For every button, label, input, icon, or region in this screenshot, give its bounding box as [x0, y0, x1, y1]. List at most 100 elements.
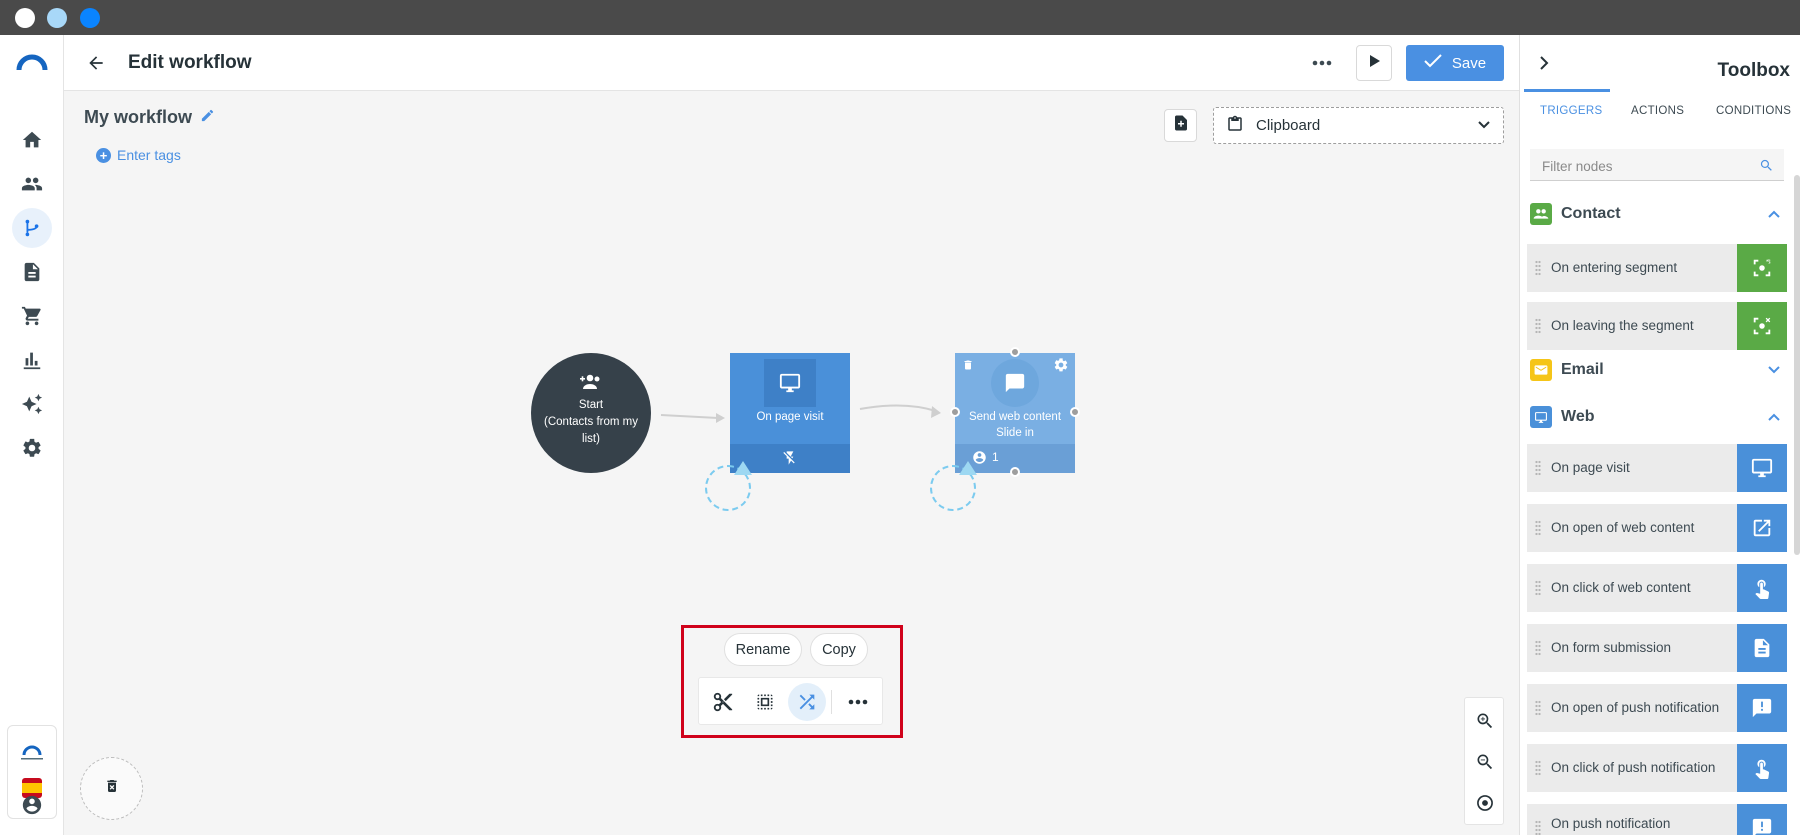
collapse-toolbox-icon[interactable]	[1534, 53, 1554, 73]
more-icon[interactable]	[839, 683, 877, 721]
node-handle-left[interactable]	[950, 407, 960, 417]
nav-analytics-icon[interactable]	[12, 340, 52, 380]
nav-document-icon[interactable]	[12, 252, 52, 292]
recenter-icon[interactable]	[1472, 790, 1498, 816]
category-label: Web	[1561, 408, 1595, 425]
alert-message-icon	[1737, 684, 1787, 732]
toolbox-item-on-leaving-segment[interactable]: On leaving the segment	[1527, 302, 1787, 350]
play-icon	[1367, 54, 1381, 73]
send-web-content-node[interactable]: Send web content Slide in 1	[955, 353, 1075, 473]
toolbox-item-on-page-visit[interactable]: On page visit	[1527, 444, 1787, 492]
item-label: On form submission	[1551, 640, 1672, 655]
item-label: On open of push notification	[1551, 700, 1720, 715]
toolbox-item-on-form-submission[interactable]: On form submission	[1527, 624, 1787, 672]
more-options-icon[interactable]	[1308, 51, 1336, 75]
nav-workflow-icon[interactable]	[12, 208, 52, 248]
scissors-icon[interactable]	[704, 683, 742, 721]
category-contact[interactable]: Contact	[1530, 201, 1784, 227]
zoom-controls	[1464, 697, 1504, 825]
node-settings-icon[interactable]	[1053, 357, 1069, 378]
window-titlebar	[0, 0, 1800, 35]
toolbox-item-on-push-notification[interactable]: On push notification	[1527, 804, 1787, 835]
nav-contacts-icon[interactable]	[12, 164, 52, 204]
toolbox-tabs: TRIGGERS ACTIONS CONDITIONS	[1520, 99, 1800, 129]
node-label: Send web content	[968, 411, 1062, 423]
loop-arrow-icon	[959, 461, 977, 475]
maximize-window-button[interactable]	[80, 8, 100, 28]
zoom-out-icon[interactable]	[1472, 749, 1498, 775]
toolbox-scrollbar[interactable]	[1794, 175, 1800, 555]
node-handle-top[interactable]	[1010, 347, 1020, 357]
filter-nodes-input[interactable]: Filter nodes	[1530, 149, 1784, 181]
app-logo-icon[interactable]	[16, 52, 48, 72]
drag-handle-icon[interactable]	[1535, 700, 1541, 716]
drag-handle-icon[interactable]	[1535, 640, 1541, 656]
item-label: On push notification	[1551, 816, 1671, 831]
rename-button[interactable]: Rename	[724, 633, 802, 666]
minimize-window-button[interactable]	[47, 8, 67, 28]
toolbox-item-on-entering-segment[interactable]: On entering segment	[1527, 244, 1787, 292]
check-icon	[1424, 54, 1442, 72]
select-all-icon[interactable]	[746, 683, 784, 721]
node-handle-bottom[interactable]	[1010, 467, 1020, 477]
drag-handle-icon[interactable]	[1535, 260, 1541, 276]
item-label: On leaving the segment	[1551, 318, 1694, 333]
category-label: Email	[1561, 361, 1604, 378]
category-email[interactable]: Email	[1530, 357, 1784, 383]
nav-cart-icon[interactable]	[12, 296, 52, 336]
trash-icon	[104, 777, 120, 800]
category-web[interactable]: Web	[1530, 404, 1784, 430]
drag-handle-icon[interactable]	[1535, 580, 1541, 596]
toolbox-panel: Toolbox TRIGGERS ACTIONS CONDITIONS Filt…	[1519, 35, 1800, 835]
group-add-icon	[531, 373, 651, 397]
workflow-canvas[interactable]: My workflow + Enter tags Clipboard Start	[64, 91, 1519, 835]
segment-leave-icon	[1737, 302, 1787, 350]
drag-handle-icon[interactable]	[1535, 520, 1541, 536]
on-page-visit-node[interactable]: On page visit	[730, 353, 850, 473]
toolbox-item-on-open-of-push-notification[interactable]: On open of push notification	[1527, 684, 1787, 732]
node-handle-right[interactable]	[1070, 407, 1080, 417]
nav-home-icon[interactable]	[12, 120, 52, 160]
back-arrow-icon[interactable]	[82, 49, 110, 77]
email-icon	[1530, 359, 1552, 381]
item-label: On entering segment	[1551, 260, 1678, 275]
page-title: Edit workflow	[128, 52, 252, 73]
toolbox-item-on-open-of-web-content[interactable]: On open of web content	[1527, 504, 1787, 552]
monitor-icon	[764, 359, 816, 407]
drag-handle-icon[interactable]	[1535, 820, 1541, 835]
save-button[interactable]: Save	[1406, 45, 1504, 81]
nav-account-circle-icon[interactable]	[12, 785, 52, 825]
shuffle-icon[interactable]	[788, 683, 826, 721]
chat-bubble-icon	[991, 359, 1039, 407]
zoom-in-icon[interactable]	[1472, 708, 1498, 734]
tap-icon	[1737, 744, 1787, 792]
loop-arrow-icon	[734, 461, 752, 475]
delete-drop-zone[interactable]	[80, 757, 143, 820]
open-external-icon	[1737, 504, 1787, 552]
nav-sparkles-icon[interactable]	[12, 384, 52, 424]
toolbox-item-on-click-of-push-notification[interactable]: On click of push notification	[1527, 744, 1787, 792]
toolbar-divider	[831, 690, 832, 714]
run-workflow-button[interactable]	[1356, 45, 1392, 81]
toolbox-item-on-click-of-web-content[interactable]: On click of web content	[1527, 564, 1787, 612]
tab-triggers[interactable]: TRIGGERS	[1540, 105, 1602, 117]
drag-handle-icon[interactable]	[1535, 460, 1541, 476]
drag-handle-icon[interactable]	[1535, 318, 1541, 334]
tab-actions[interactable]: ACTIONS	[1631, 105, 1684, 117]
item-label: On page visit	[1551, 460, 1630, 475]
chevron-up-icon	[1768, 205, 1780, 223]
copy-button[interactable]: Copy	[810, 633, 868, 666]
tab-conditions[interactable]: CONDITIONS	[1716, 105, 1791, 117]
node-label: On page visit	[756, 411, 824, 423]
contacts-icon	[1530, 203, 1552, 225]
start-node[interactable]: Start (Contacts from my list)	[531, 353, 651, 473]
close-window-button[interactable]	[15, 8, 35, 28]
node-count: 1	[992, 450, 999, 464]
nav-settings-icon[interactable]	[12, 428, 52, 468]
drag-handle-icon[interactable]	[1535, 760, 1541, 776]
connectif-logo-icon[interactable]	[19, 742, 45, 762]
delete-node-icon[interactable]	[962, 358, 974, 377]
no-flash-icon	[782, 450, 798, 471]
tap-icon	[1737, 564, 1787, 612]
start-node-subtitle: (Contacts from my list)	[544, 416, 638, 445]
